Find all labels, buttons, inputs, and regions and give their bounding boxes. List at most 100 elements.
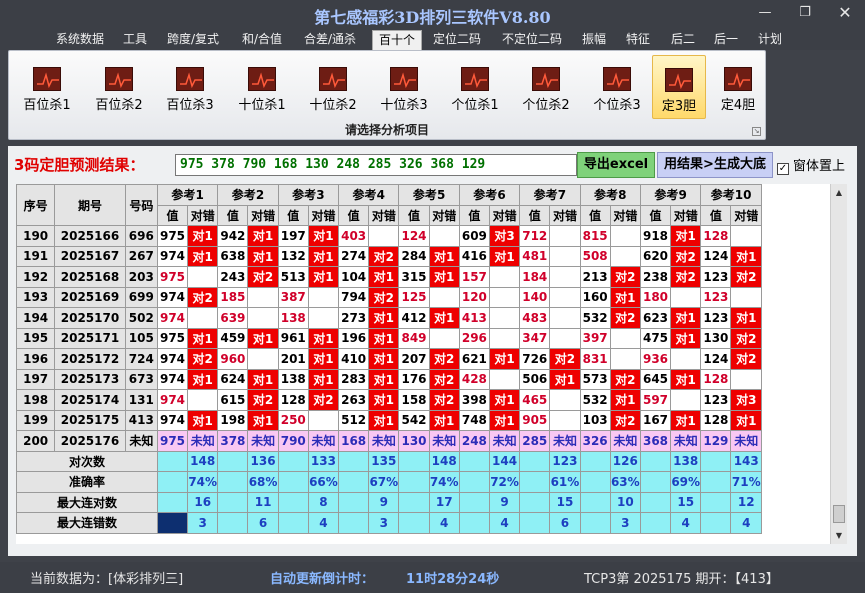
table-row[interactable]: 199 2025175 413 974 对1 198 对1 250 512 对1 542 对1 748 对…	[16, 409, 762, 431]
row-index: 196	[16, 348, 56, 370]
grid-scrollbar[interactable]: ▲ ▼	[830, 184, 847, 544]
ref-value: 157	[458, 266, 490, 288]
hit-cell: 对1	[368, 389, 400, 411]
menu-system-data[interactable]: 系统数据	[50, 30, 110, 50]
prediction-result-field[interactable]: 975 378 790 168 130 248 285 326 368 129	[175, 154, 577, 176]
hit-cell: 对1	[730, 409, 762, 431]
pending-value: 130	[398, 430, 430, 452]
ribbon-button-5[interactable]: 十位杀2	[299, 55, 367, 119]
table-row[interactable]: 193 2025169 699 974 对2 185 387 794 对2 125 120 140 16…	[16, 286, 762, 308]
ribbon-button-10[interactable]: 定3胆	[652, 55, 706, 119]
stat-blank	[579, 450, 611, 472]
pending-value: 326	[579, 430, 611, 452]
pending-hit: 未知	[368, 430, 400, 452]
table-row[interactable]: 195 2025171 105 975 对1 459 对1 961 对1 196 对1 849 296 3…	[16, 327, 762, 349]
stat-row[interactable]: 最大连对数 16 11 8 9 17 9 15 10 15 12	[16, 491, 762, 513]
stat-value: 9	[368, 491, 400, 513]
ref-value: 397	[579, 327, 611, 349]
header-index: 序号	[16, 184, 56, 226]
table-row[interactable]: 192 2025168 203 975 243 对2 513 对1 104 对1 315 对1 157 1…	[16, 266, 762, 288]
hit-cell: 对2	[609, 368, 641, 390]
ribbon-button-label: 定4胆	[720, 98, 756, 113]
hit-cell: 对2	[187, 286, 219, 308]
scroll-thumb[interactable]	[833, 505, 845, 523]
menu-tools[interactable]: 工具	[117, 30, 153, 50]
menu-diff[interactable]: 合差/通杀	[298, 30, 362, 50]
header-ref-6: 参考6	[458, 184, 521, 206]
table-row[interactable]: 191 2025167 267 974 对1 638 对1 132 对1 274 对2 284 对1 41…	[16, 245, 762, 267]
header-ref-4: 参考4	[338, 184, 400, 206]
table-row[interactable]: 197 2025173 673 974 对1 624 对1 138 对1 283 对1 176 对2 42…	[16, 368, 762, 390]
generate-base-button[interactable]: 用结果>生成大底	[657, 152, 773, 178]
ribbon-button-label: 百位杀1	[23, 98, 71, 113]
header-value: 值	[217, 204, 249, 226]
results-grid[interactable]: 序号 期号 号码 参考1 参考2 参考3 参考4 参考5 参考6 参考7 参考8 参考9 参考10 值对错…	[16, 184, 830, 544]
stat-blank	[338, 450, 370, 472]
scroll-down-icon[interactable]: ▼	[831, 527, 847, 544]
menu-last-one[interactable]: 后一	[708, 30, 744, 50]
hit-cell: 对1	[307, 327, 340, 349]
ref-value: 180	[639, 286, 672, 308]
ref-value: 140	[519, 286, 551, 308]
ref-value: 621	[458, 348, 490, 370]
ribbon-button-3[interactable]: 百位杀3	[156, 55, 224, 119]
ribbon-button-7[interactable]: 个位杀1	[441, 55, 509, 119]
menu-fixed-two[interactable]: 定位二码	[427, 30, 487, 50]
stat-value: 67%	[368, 471, 400, 493]
hit-cell: 对1	[247, 409, 279, 431]
hit-cell: 对1	[368, 307, 400, 329]
table-row[interactable]: 196 2025172 724 974 对2 960 201 对1 410 对1 207 对2 621 对…	[16, 348, 762, 370]
hit-cell	[730, 225, 762, 247]
checkbox-icon[interactable]: ✓	[777, 163, 789, 175]
minimize-icon[interactable]: —	[750, 4, 780, 22]
table-row-pending[interactable]: 200 2025176 未知 975 未知 378 未知 790 未知 168 未知 130 未知 248…	[16, 430, 762, 452]
row-period: 2025172	[54, 348, 126, 370]
ref-value: 849	[398, 327, 430, 349]
stat-row[interactable]: 对次数 148 136 133 135 148 144 123 126 138 143	[16, 450, 762, 472]
stat-value: 143	[730, 450, 762, 472]
menu-last-two[interactable]: 后二	[665, 30, 701, 50]
menu-plan[interactable]: 计划	[752, 30, 788, 50]
table-row[interactable]: 194 2025170 502 974 639 138 273 对1 412 对1 413 483 53…	[16, 307, 762, 329]
menu-span[interactable]: 跨度/复式	[161, 30, 225, 50]
ref-value: 508	[579, 245, 611, 267]
table-row[interactable]: 198 2025174 131 974 615 对2 128 对2 263 对1 158 对2 398 对…	[16, 389, 762, 411]
export-excel-button[interactable]: 导出excel	[577, 152, 655, 178]
header-hit: 对错	[368, 204, 400, 226]
ref-value: 124	[398, 225, 430, 247]
ribbon-button-4[interactable]: 十位杀1	[228, 55, 296, 119]
header-ref-5: 参考5	[398, 184, 460, 206]
menu-positions[interactable]: 百十个	[372, 30, 423, 50]
menu-amplitude[interactable]: 振幅	[576, 30, 612, 50]
ref-value: 974	[156, 307, 189, 329]
menu-unfixed-two[interactable]: 不定位二码	[496, 30, 568, 50]
stat-value: 15	[549, 491, 581, 513]
stat-value: 74%	[428, 471, 460, 493]
hit-cell: 对1	[368, 409, 400, 431]
ribbon-launcher-icon[interactable]: ↘	[752, 127, 761, 136]
close-icon[interactable]: ✕	[830, 4, 860, 22]
row-period: 2025174	[54, 389, 126, 411]
stat-row[interactable]: 最大连错数 3 6 4 3 4 4 6 3 4 4	[16, 512, 762, 534]
pending-value: 975	[156, 430, 189, 452]
ribbon-button-11[interactable]: 定4胆	[711, 55, 765, 119]
menu-sum[interactable]: 和/合值	[236, 30, 288, 50]
window-on-top-checkbox[interactable]: ✓ 窗体置上	[777, 155, 845, 175]
hit-cell: 对1	[307, 348, 340, 370]
table-row[interactable]: 190 2025166 696 975 对1 942 对1 197 对1 403 124 609 对3 7…	[16, 225, 762, 247]
row-period: 2025170	[54, 307, 126, 329]
restore-icon[interactable]: ❐	[790, 4, 820, 22]
menu-feature[interactable]: 特征	[620, 30, 656, 50]
row-number: 696	[124, 225, 158, 247]
stat-row[interactable]: 准确率 74% 68% 66% 67% 74% 72% 61% 63% 69% 71%	[16, 471, 762, 493]
header-value: 值	[458, 204, 490, 226]
ribbon-button-9[interactable]: 个位杀3	[583, 55, 651, 119]
ref-value: 975	[156, 266, 189, 288]
ribbon-button-8[interactable]: 个位杀2	[512, 55, 580, 119]
ribbon-button-6[interactable]: 十位杀3	[370, 55, 438, 119]
ref-value: 794	[338, 286, 370, 308]
scroll-up-icon[interactable]: ▲	[831, 184, 847, 201]
ribbon-button-2[interactable]: 百位杀2	[85, 55, 153, 119]
row-number: 未知	[124, 430, 158, 452]
ribbon-button-1[interactable]: 百位杀1	[13, 55, 81, 119]
